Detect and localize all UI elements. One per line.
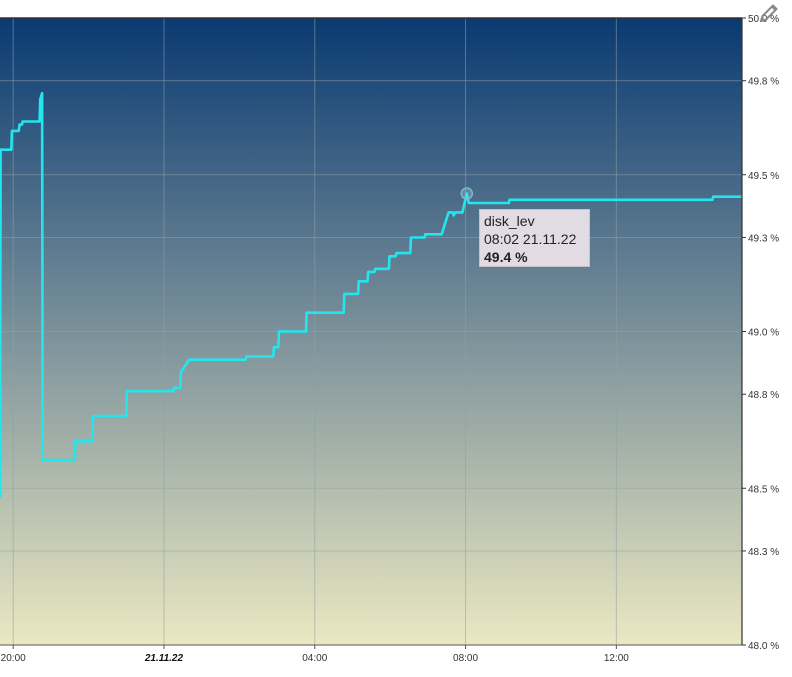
y-axis-ticks: 50.0 %49.8 %49.5 %49.3 %49.0 %48.8 %48.5…: [742, 14, 779, 652]
y-tick-label: 48.5 %: [748, 484, 779, 495]
y-tick-label: 48.3 %: [748, 547, 779, 558]
pencil-icon[interactable]: [758, 2, 780, 24]
tooltip-value: 49.4 %: [484, 249, 528, 265]
x-tick-label: 08:00: [453, 653, 478, 664]
chart-svg: 50.0 %49.8 %49.5 %49.3 %49.0 %48.8 %48.5…: [0, 14, 779, 664]
x-axis-ticks: 20:00 21.11.22 04:00 08:00 12:00: [1, 645, 629, 664]
chart[interactable]: 50.0 % 49.8 % 49.5 % 49.3 % 49.0 % 48.8 % 48.5…: [0, 0, 792, 672]
y-tick-label: 49.5 %: [748, 171, 779, 182]
hover-marker-layer: [460, 187, 474, 200]
y-tick-label: 49.8 %: [748, 77, 779, 88]
tooltip-series-name: disk_lev: [484, 213, 535, 229]
y-tick-label: 48.8 %: [748, 390, 779, 401]
hover-marker: [460, 187, 474, 200]
x-tick-label: 21.11.22: [144, 653, 184, 664]
x-tick-label: 12:00: [604, 653, 629, 664]
x-tick-label: 20:00: [1, 653, 26, 664]
y-tick-label: 48.0 %: [748, 641, 779, 652]
y-tick-label: 49.3 %: [748, 233, 779, 244]
y-tick-label: 49.0 %: [748, 328, 779, 339]
tooltip-time: 08:02 21.11.22: [484, 231, 577, 247]
x-tick-label: 04:00: [302, 653, 327, 664]
tooltip: disk_lev 08:02 21.11.22 49.4 %: [479, 209, 590, 267]
